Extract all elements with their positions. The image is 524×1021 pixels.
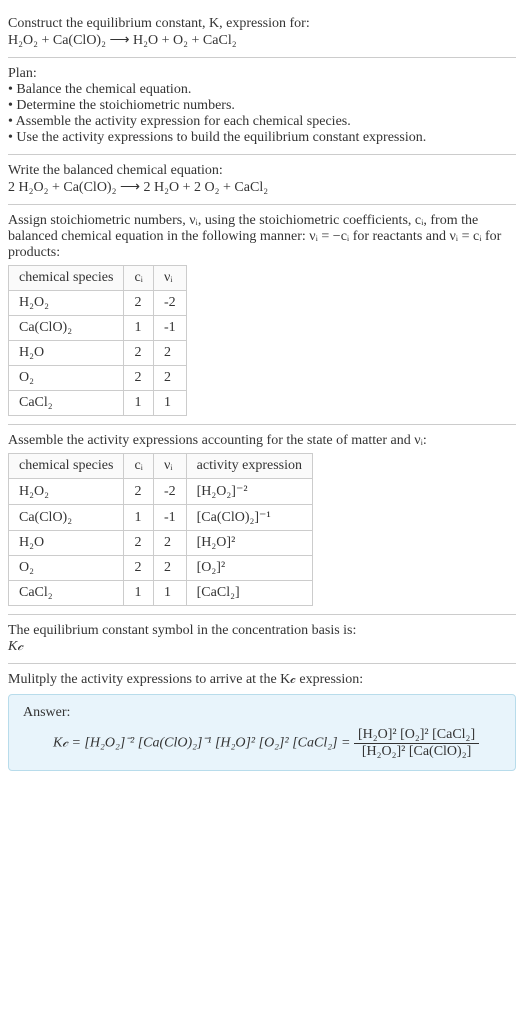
table-row: CaCl₂11[CaCl₂] bbox=[9, 581, 313, 606]
cell: 1 bbox=[124, 505, 154, 531]
cell: 2 bbox=[124, 556, 154, 581]
cell: -1 bbox=[153, 316, 186, 341]
frac-denominator: [H₂O₂]² [Ca(ClO)₂] bbox=[354, 744, 479, 760]
cell: [O₂]² bbox=[186, 556, 312, 581]
cell: O₂ bbox=[9, 366, 124, 391]
balanced-equation: 2 H₂O₂ + Ca(ClO)₂ ⟶ 2 H₂O + 2 O₂ + CaCl₂ bbox=[8, 179, 516, 196]
cell: 2 bbox=[124, 366, 154, 391]
intro-equation: H₂O₂ + Ca(ClO)₂ ⟶ H₂O + O₂ + CaCl₂ bbox=[8, 32, 516, 49]
plan-section: Plan: • Balance the chemical equation. •… bbox=[8, 58, 516, 155]
table-row: H₂O22 bbox=[9, 341, 187, 366]
multiply-text: Mulitply the activity expressions to arr… bbox=[8, 672, 516, 688]
symbol-text: The equilibrium constant symbol in the c… bbox=[8, 623, 516, 639]
plan-item-1: • Determine the stoichiometric numbers. bbox=[8, 98, 516, 114]
answer-equation: K𝒸 = [H₂O₂]⁻² [Ca(ClO)₂]⁻¹ [H₂O]² [O₂]² … bbox=[23, 727, 501, 760]
cell: 1 bbox=[124, 316, 154, 341]
cell: -1 bbox=[153, 505, 186, 531]
answer-label: Answer: bbox=[23, 705, 501, 721]
col-vi: νᵢ bbox=[153, 266, 186, 291]
intro-section: Construct the equilibrium constant, K, e… bbox=[8, 8, 516, 58]
table-row: O₂22[O₂]² bbox=[9, 556, 313, 581]
cell: Ca(ClO)₂ bbox=[9, 505, 124, 531]
col-ci: cᵢ bbox=[124, 266, 154, 291]
table-row: H₂O22[H₂O]² bbox=[9, 531, 313, 556]
table-row: H₂O₂2-2[H₂O₂]⁻² bbox=[9, 479, 313, 505]
col-species: chemical species bbox=[9, 454, 124, 479]
col-ci: cᵢ bbox=[124, 454, 154, 479]
cell: Ca(ClO)₂ bbox=[9, 316, 124, 341]
assign-text: Assign stoichiometric numbers, νᵢ, using… bbox=[8, 213, 516, 261]
cell: 2 bbox=[124, 291, 154, 316]
cell: 2 bbox=[124, 479, 154, 505]
table-header-row: chemical species cᵢ νᵢ bbox=[9, 266, 187, 291]
plan-item-3: • Use the activity expressions to build … bbox=[8, 130, 516, 146]
stoich-table: chemical species cᵢ νᵢ H₂O₂2-2 Ca(ClO)₂1… bbox=[8, 265, 187, 416]
multiply-section: Mulitply the activity expressions to arr… bbox=[8, 664, 516, 779]
cell: 1 bbox=[124, 391, 154, 416]
cell: H₂O bbox=[9, 531, 124, 556]
cell: -2 bbox=[153, 291, 186, 316]
cell: H₂O bbox=[9, 341, 124, 366]
answer-box: Answer: K𝒸 = [H₂O₂]⁻² [Ca(ClO)₂]⁻¹ [H₂O]… bbox=[8, 694, 516, 771]
cell: 2 bbox=[153, 531, 186, 556]
cell: [CaCl₂] bbox=[186, 581, 312, 606]
balanced-title: Write the balanced chemical equation: bbox=[8, 163, 516, 179]
cell: 2 bbox=[153, 556, 186, 581]
cell: 1 bbox=[153, 581, 186, 606]
plan-item-0: • Balance the chemical equation. bbox=[8, 82, 516, 98]
intro-line1: Construct the equilibrium constant, K, e… bbox=[8, 16, 516, 32]
cell: O₂ bbox=[9, 556, 124, 581]
activity-text: Assemble the activity expressions accoun… bbox=[8, 433, 516, 449]
table-row: O₂22 bbox=[9, 366, 187, 391]
table-row: CaCl₂11 bbox=[9, 391, 187, 416]
cell: 2 bbox=[153, 341, 186, 366]
cell: -2 bbox=[153, 479, 186, 505]
cell: [H₂O]² bbox=[186, 531, 312, 556]
balanced-section: Write the balanced chemical equation: 2 … bbox=[8, 155, 516, 205]
cell: 2 bbox=[124, 531, 154, 556]
cell: H₂O₂ bbox=[9, 291, 124, 316]
col-vi: νᵢ bbox=[153, 454, 186, 479]
plan-item-2: • Assemble the activity expression for e… bbox=[8, 114, 516, 130]
cell: 1 bbox=[124, 581, 154, 606]
plan-title: Plan: bbox=[8, 66, 516, 82]
cell: H₂O₂ bbox=[9, 479, 124, 505]
assign-section: Assign stoichiometric numbers, νᵢ, using… bbox=[8, 205, 516, 425]
cell: 1 bbox=[153, 391, 186, 416]
frac-numerator: [H₂O]² [O₂]² [CaCl₂] bbox=[354, 727, 479, 744]
activity-table: chemical species cᵢ νᵢ activity expressi… bbox=[8, 453, 313, 606]
col-expr: activity expression bbox=[186, 454, 312, 479]
cell: 2 bbox=[124, 341, 154, 366]
answer-fraction: [H₂O]² [O₂]² [CaCl₂] [H₂O₂]² [Ca(ClO)₂] bbox=[354, 727, 479, 760]
col-species: chemical species bbox=[9, 266, 124, 291]
cell: [Ca(ClO)₂]⁻¹ bbox=[186, 505, 312, 531]
cell: 2 bbox=[153, 366, 186, 391]
answer-lhs: K𝒸 = [H₂O₂]⁻² [Ca(ClO)₂]⁻¹ [H₂O]² [O₂]² … bbox=[53, 736, 350, 751]
cell: CaCl₂ bbox=[9, 581, 124, 606]
cell: CaCl₂ bbox=[9, 391, 124, 416]
table-row: H₂O₂2-2 bbox=[9, 291, 187, 316]
symbol-value: K𝒸 bbox=[8, 639, 516, 655]
cell: [H₂O₂]⁻² bbox=[186, 479, 312, 505]
activity-section: Assemble the activity expressions accoun… bbox=[8, 425, 516, 615]
table-row: Ca(ClO)₂1-1 bbox=[9, 316, 187, 341]
table-row: Ca(ClO)₂1-1[Ca(ClO)₂]⁻¹ bbox=[9, 505, 313, 531]
symbol-section: The equilibrium constant symbol in the c… bbox=[8, 615, 516, 664]
table-header-row: chemical species cᵢ νᵢ activity expressi… bbox=[9, 454, 313, 479]
